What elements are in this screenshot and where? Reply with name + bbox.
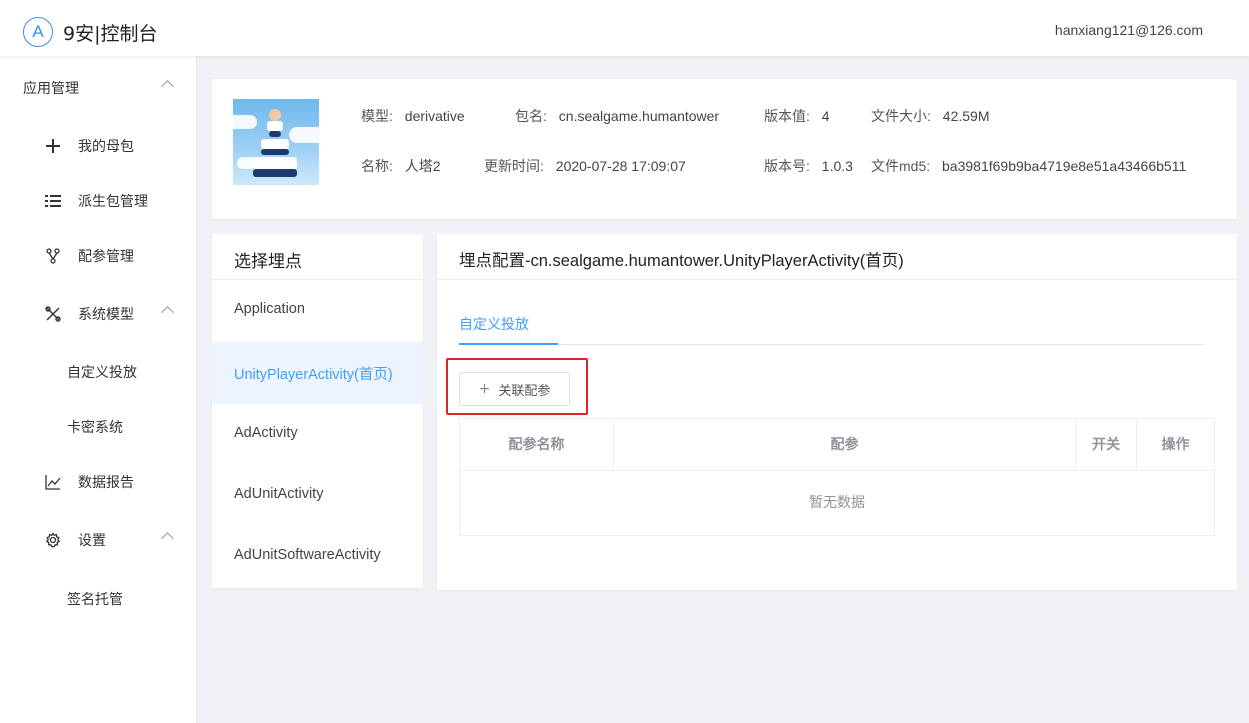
top-header: A 9安|控制台 hanxiang121@126.com xyxy=(0,0,1249,56)
sidebar-item-label: 数据报告 xyxy=(78,475,134,491)
points-panel: 选择埋点 Application UnityPlayerActivity(首页)… xyxy=(212,234,423,588)
column-header: 操作 xyxy=(1161,437,1190,453)
sidebar-item-derived-packages[interactable]: 派生包管理 xyxy=(0,181,197,221)
gear-icon xyxy=(44,531,62,549)
sidebar-item-label: 卡密系统 xyxy=(67,420,123,436)
table-header: 配参名称 配参 开关 操作 xyxy=(460,419,1214,471)
table-empty-text: 暂无数据 xyxy=(809,495,865,511)
point-item-unityplayeractivity[interactable]: UnityPlayerActivity(首页) xyxy=(212,342,423,404)
active-tab-indicator xyxy=(459,343,558,345)
version-name-label: 版本号: xyxy=(764,158,810,174)
sidebar-item-label: 派生包管理 xyxy=(78,194,148,210)
sidebar-item-data-report[interactable]: 数据报告 xyxy=(0,462,197,502)
column-header: 配参 xyxy=(614,419,1076,471)
sidebar: 应用管理 我的母包 派生包管理 配参管理 系统模型 自定义投放 卡密系统 数据报… xyxy=(0,56,197,723)
tab-custom-delivery[interactable]: 自定义投放 xyxy=(459,314,529,334)
sidebar-item-custom-delivery[interactable]: 自定义投放 xyxy=(0,352,197,392)
update-time-label: 更新时间: xyxy=(484,158,544,174)
name-label: 名称: xyxy=(361,158,393,174)
plus-icon xyxy=(44,137,62,155)
chevron-up-icon xyxy=(161,80,174,93)
sidebar-item-label: 签名托管 xyxy=(67,592,123,608)
user-email[interactable]: hanxiang121@126.com xyxy=(1055,22,1203,38)
package-label: 包名: xyxy=(515,108,547,124)
params-table: 配参名称 配参 开关 操作 暂无数据 xyxy=(459,418,1215,536)
sidebar-item-label: 自定义投放 xyxy=(67,365,137,381)
config-panel: 埋点配置-cn.sealgame.humantower.UnityPlayerA… xyxy=(437,234,1237,590)
sidebar-item-system-model[interactable]: 系统模型 xyxy=(0,294,197,334)
app-title[interactable]: 9安|控制台 xyxy=(63,19,158,46)
point-item-label: Application xyxy=(234,301,305,317)
link-params-button[interactable]: + 关联配参 xyxy=(459,372,570,406)
app-thumbnail xyxy=(233,99,319,185)
plus-icon: + xyxy=(478,381,491,397)
chevron-up-icon xyxy=(161,306,174,319)
sidebar-item-label: 设置 xyxy=(78,533,106,549)
sidebar-item-label: 配参管理 xyxy=(78,249,134,265)
tools-icon xyxy=(44,305,62,323)
sidebar-item-signature-hosting[interactable]: 签名托管 xyxy=(0,579,197,619)
point-item-application[interactable]: Application xyxy=(212,280,423,342)
divider xyxy=(437,279,1237,280)
point-item-adunitsoftwareactivity[interactable]: AdUnitSoftwareActivity xyxy=(212,526,423,588)
sidebar-item-my-packages[interactable]: 我的母包 xyxy=(0,126,197,166)
model-label: 模型: xyxy=(361,108,393,124)
logo-icon[interactable]: A xyxy=(23,17,53,47)
sidebar-item-label: 系统模型 xyxy=(78,307,134,323)
column-header: 配参名称 xyxy=(460,419,614,471)
sidebar-item-label: 我的母包 xyxy=(78,139,134,155)
list-icon xyxy=(44,192,62,210)
link-params-button-label: 关联配参 xyxy=(498,383,551,399)
app-info-card: 模型: derivative 包名: cn.sealgame.humantowe… xyxy=(212,79,1237,219)
name-value: 人塔2 xyxy=(404,158,441,174)
branch-icon xyxy=(44,247,62,265)
sidebar-item-card-system[interactable]: 卡密系统 xyxy=(0,407,197,447)
update-time-value: 2020-07-28 17:09:07 xyxy=(555,158,686,174)
tab-bar-line xyxy=(459,344,1204,345)
point-item-label: AdActivity xyxy=(234,425,298,441)
point-item-label: AdUnitSoftwareActivity xyxy=(234,547,381,563)
package-value: cn.sealgame.humantower xyxy=(558,108,720,124)
file-size-label: 文件大小: xyxy=(871,108,931,124)
sidebar-item-param-management[interactable]: 配参管理 xyxy=(0,236,197,276)
point-item-adunitactivity[interactable]: AdUnitActivity xyxy=(212,465,423,527)
column-header: 开关 xyxy=(1076,419,1137,471)
sidebar-item-label: 应用管理 xyxy=(23,81,79,97)
md5-value: ba3981f69b9ba4719e8e51a43466b511 xyxy=(942,158,1187,174)
md5-label: 文件md5: xyxy=(871,158,931,174)
sidebar-item-settings[interactable]: 设置 xyxy=(0,520,197,560)
version-code-value: 4 xyxy=(821,108,830,124)
version-code-label: 版本值: xyxy=(764,108,810,124)
point-item-adactivity[interactable]: AdActivity xyxy=(212,404,423,466)
config-panel-title: 埋点配置-cn.sealgame.humantower.UnityPlayerA… xyxy=(459,252,904,270)
chart-icon xyxy=(44,473,62,491)
file-size-value: 42.59M xyxy=(942,108,990,124)
point-item-label: AdUnitActivity xyxy=(234,486,324,502)
version-name-value: 1.0.3 xyxy=(821,158,853,174)
model-value: derivative xyxy=(404,108,465,124)
point-item-label: UnityPlayerActivity(首页) xyxy=(234,367,393,383)
chevron-up-icon xyxy=(161,532,174,545)
points-panel-title: 选择埋点 xyxy=(234,252,302,272)
sidebar-item-app-management[interactable]: 应用管理 xyxy=(0,68,197,108)
